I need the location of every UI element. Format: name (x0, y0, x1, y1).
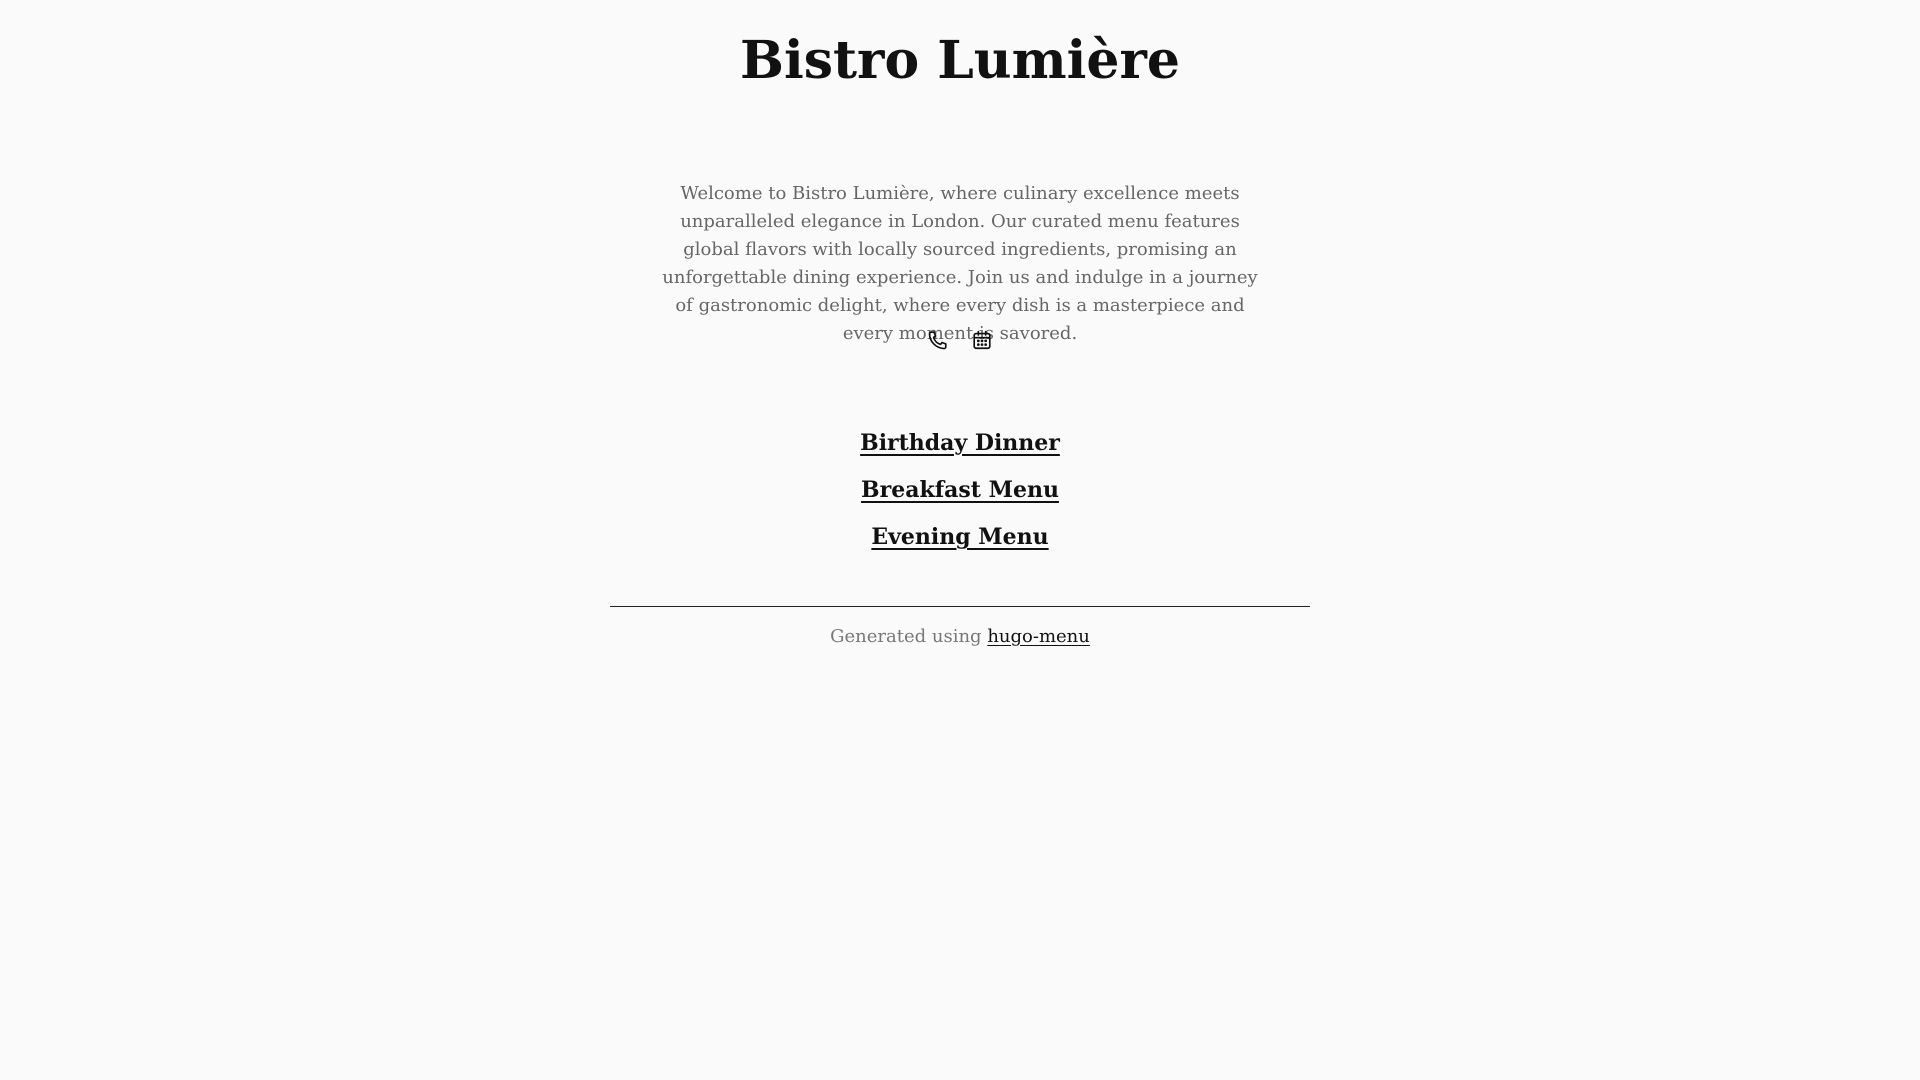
menu-link-evening-menu[interactable]: Evening Menu (871, 524, 1048, 550)
menu-list: Birthday Dinner Breakfast Menu Evening M… (0, 428, 1920, 569)
menu-link-breakfast-menu[interactable]: Breakfast Menu (861, 477, 1059, 503)
calendar-link[interactable] (970, 328, 994, 352)
list-item: Breakfast Menu (0, 475, 1920, 522)
hugo-menu-link[interactable]: hugo-menu (987, 626, 1090, 647)
footer-divider (610, 606, 1310, 607)
list-item: Birthday Dinner (0, 428, 1920, 475)
phone-icon (928, 331, 947, 350)
page-title: Bistro Lumière (740, 30, 1180, 91)
phone-link[interactable] (926, 328, 950, 352)
contact-icons (0, 328, 1920, 352)
page: Bistro Lumière Welcome to Bistro Lumière… (0, 0, 1920, 1080)
list-item: Evening Menu (0, 522, 1920, 569)
footer-prefix: Generated using (830, 626, 982, 647)
calendar-icon (973, 330, 991, 350)
menu-link-birthday-dinner[interactable]: Birthday Dinner (860, 430, 1060, 456)
intro-text: Welcome to Bistro Lumière, where culinar… (662, 183, 1258, 344)
footer: Generated using hugo-menu (0, 624, 1920, 650)
